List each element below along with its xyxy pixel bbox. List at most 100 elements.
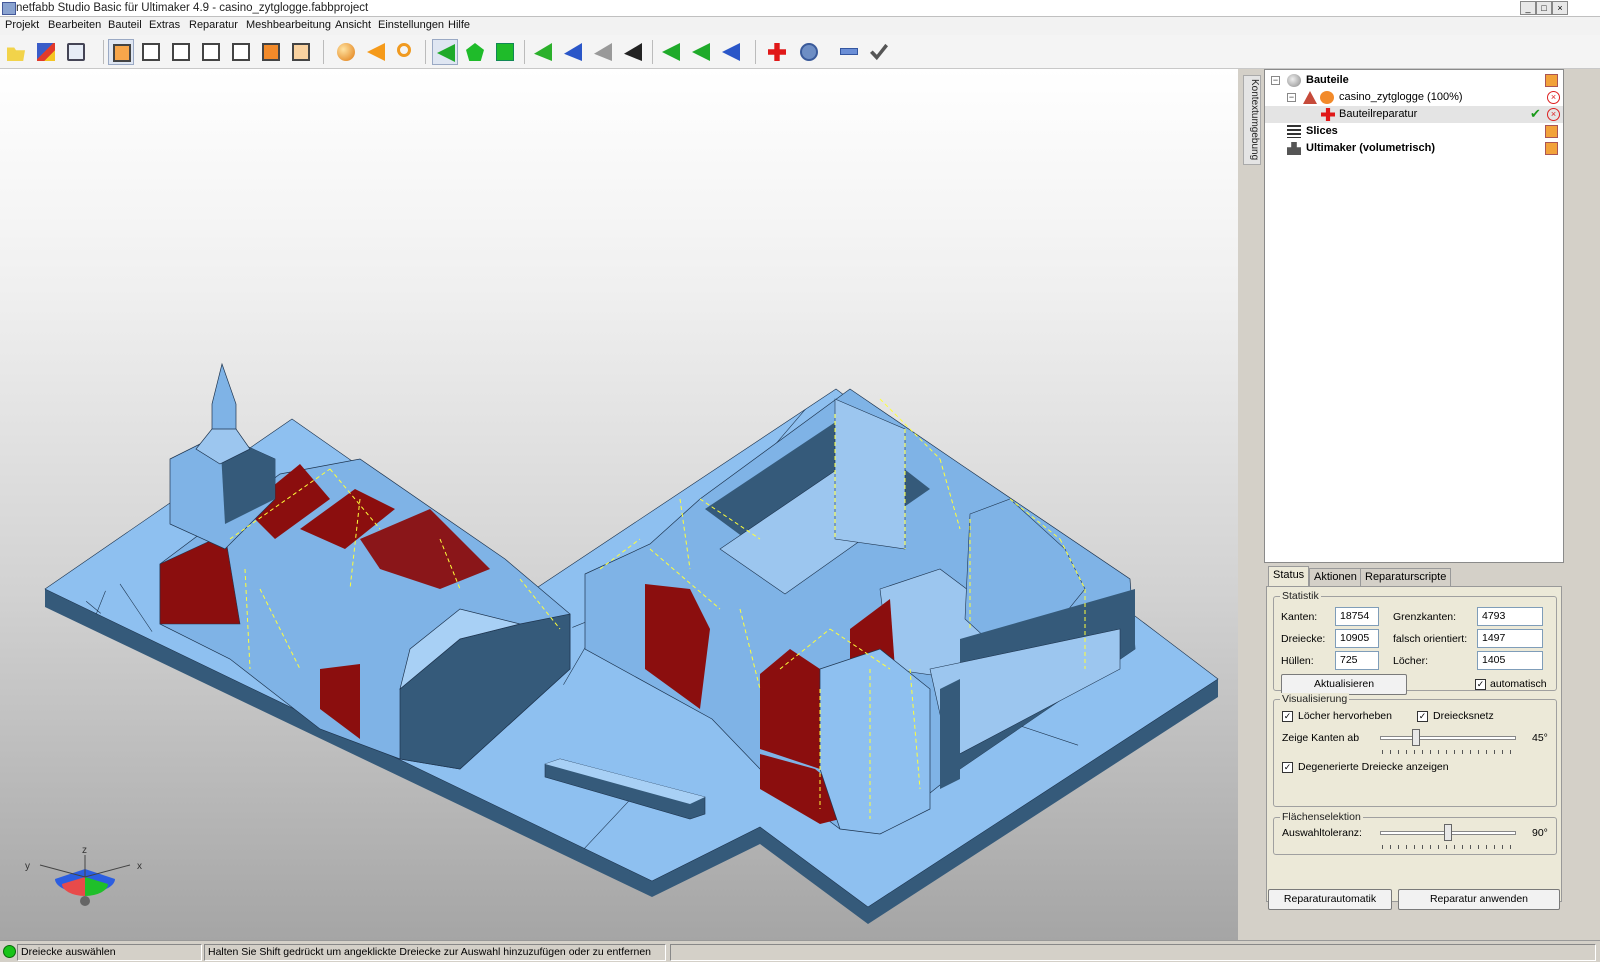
falsch-orientiert-field: 1497 [1477,629,1543,648]
printer-icon [1287,142,1301,155]
collapse-icon[interactable]: − [1271,76,1280,85]
tree-item-ultimaker[interactable]: Ultimaker (volumetrisch) [1265,140,1563,157]
remove-triangle-icon[interactable] [590,39,616,65]
menu-ansicht[interactable]: Ansicht [335,19,371,31]
open-folder-icon[interactable] [3,39,29,65]
menu-einstellungen[interactable]: Einstellungen [378,19,444,31]
axis-y-label: y [25,861,30,872]
select-triangle-icon[interactable] [432,39,458,65]
view-right-icon[interactable] [228,39,254,65]
repair-icon [1321,108,1335,121]
status-mode: Dreiecke auswählen [17,944,202,961]
context-sidebar [1240,69,1262,940]
reparaturautomatik-button[interactable]: Reparaturautomatik [1268,889,1392,910]
flaechenselektion-group: Flächenselektion Auswahltoleranz: 90° [1273,811,1557,855]
menu-hilfe[interactable]: Hilfe [448,19,470,31]
select-shell-icon[interactable] [462,39,488,65]
select-surface-icon[interactable] [492,39,518,65]
menu-projekt[interactable]: Projekt [5,19,39,31]
grenzkanten-field: 4793 [1477,607,1543,626]
folder-open-icon[interactable] [1545,142,1558,155]
add-part-icon[interactable] [33,39,59,65]
toolbar [0,35,1600,69]
view-left-icon[interactable] [198,39,224,65]
eye-icon[interactable] [1320,91,1334,104]
remove-icon[interactable]: × [1547,108,1560,121]
close-button[interactable]: × [1552,1,1568,15]
maximize-button[interactable]: □ [1536,1,1552,15]
slider-thumb[interactable] [1444,824,1452,841]
3d-viewport[interactable]: z x y [0,69,1238,940]
statistik-group: Statistik Kanten: 18754 Grenzkanten: 479… [1273,590,1557,695]
menu-bauteil[interactable]: Bauteil [108,19,142,31]
tree-item-bauteile[interactable]: − Bauteile [1265,72,1563,89]
tab-status[interactable]: Status [1268,566,1310,587]
menu-meshbearbeitung[interactable]: Meshbearbeitung [246,19,331,31]
zoom-icon[interactable] [393,39,419,65]
context-tab[interactable]: Kontextumgebung [1243,75,1261,165]
menu-extras[interactable]: Extras [149,19,180,31]
triangle-tool-icon[interactable] [620,39,646,65]
view-bottom-icon[interactable] [288,39,314,65]
apply-check-icon[interactable]: ✔ [1530,107,1543,121]
reparatur-anwenden-button[interactable]: Reparatur anwenden [1398,889,1560,910]
kanten-winkel-slider[interactable] [1380,729,1516,746]
sphere-render-icon[interactable] [333,39,359,65]
dreiecke-field: 10905 [1335,629,1379,648]
pointer-icon[interactable] [363,39,389,65]
tree-item-casino[interactable]: − casino_zytglogge (100%) × [1265,89,1563,106]
mesh-model[interactable]: z x y [0,69,1238,940]
kanten-field: 18754 [1335,607,1379,626]
window-title: netfabb Studio Basic für Ultimaker 4.9 -… [16,2,369,14]
add-triangle-point-icon[interactable] [560,39,586,65]
loecher-hervorheben-checkbox[interactable]: ✓ [1282,711,1293,722]
check-icon[interactable] [866,39,892,65]
part-info-icon[interactable] [63,39,89,65]
slices-icon [1287,125,1301,138]
tree-item-bauteilreparatur[interactable]: Bauteilreparatur ✔ × [1265,106,1563,123]
tab-reparaturscripte[interactable]: Reparaturscripte [1360,568,1452,587]
slider-thumb[interactable] [1412,729,1420,746]
tree-item-slices[interactable]: Slices [1265,123,1563,140]
remove-icon[interactable]: × [1547,91,1560,104]
tab-aktionen[interactable]: Aktionen [1309,568,1362,587]
axis-gizmo: z x y [25,845,142,906]
status-led-icon [3,945,16,958]
status-progress [670,944,1596,961]
move-right-icon[interactable] [718,39,744,65]
menu-reparatur[interactable]: Reparatur [189,19,238,31]
repair-cross-icon[interactable] [764,39,790,65]
add-triangle-icon[interactable] [530,39,556,65]
minimize-button[interactable]: _ [1520,1,1536,15]
parts-icon [1287,74,1301,87]
automatisch-checkbox[interactable]: ✓ [1475,679,1486,690]
status-tab-body: Statistik Kanten: 18754 Grenzkanten: 479… [1266,586,1562,902]
axis-x-label: x [137,861,142,872]
auswahltoleranz-slider[interactable] [1380,824,1516,841]
degenerierte-dreiecke-checkbox[interactable]: ✓ [1282,762,1293,773]
status-bar: Dreiecke auswählen Halten Sie Shift gedr… [0,940,1600,962]
view-top-icon[interactable] [258,39,284,65]
menu-bar: Projekt Bearbeiten Bauteil Extras Repara… [0,17,1600,35]
menu-bearbeiten[interactable]: Bearbeiten [48,19,101,31]
view-front-icon[interactable] [138,39,164,65]
collapse-icon[interactable]: − [1287,93,1296,102]
measure-dropdown-icon[interactable] [796,39,822,65]
view-standard-icon[interactable] [108,39,134,65]
aktualisieren-button[interactable]: Aktualisieren [1281,674,1407,695]
repair-panel: Status Aktionen Reparaturscripte Statist… [1264,566,1564,940]
move-mid-icon[interactable] [688,39,714,65]
folder-open-icon[interactable] [1545,125,1558,138]
dreiecksnetz-checkbox[interactable]: ✓ [1417,711,1428,722]
warning-icon [1303,91,1317,104]
title-bar: netfabb Studio Basic für Ultimaker 4.9 -… [0,0,1600,17]
loecher-field: 1405 [1477,651,1543,670]
project-tree: − Bauteile − casino_zytglogge (100%) × B… [1264,69,1564,563]
folder-open-icon[interactable] [1545,74,1558,87]
view-back-icon[interactable] [168,39,194,65]
ruler-icon[interactable] [836,39,862,65]
move-left-icon[interactable] [658,39,684,65]
axis-z-label: z [82,845,87,856]
app-icon [2,2,16,15]
status-hint: Halten Sie Shift gedrückt um angeklickte… [204,944,666,961]
